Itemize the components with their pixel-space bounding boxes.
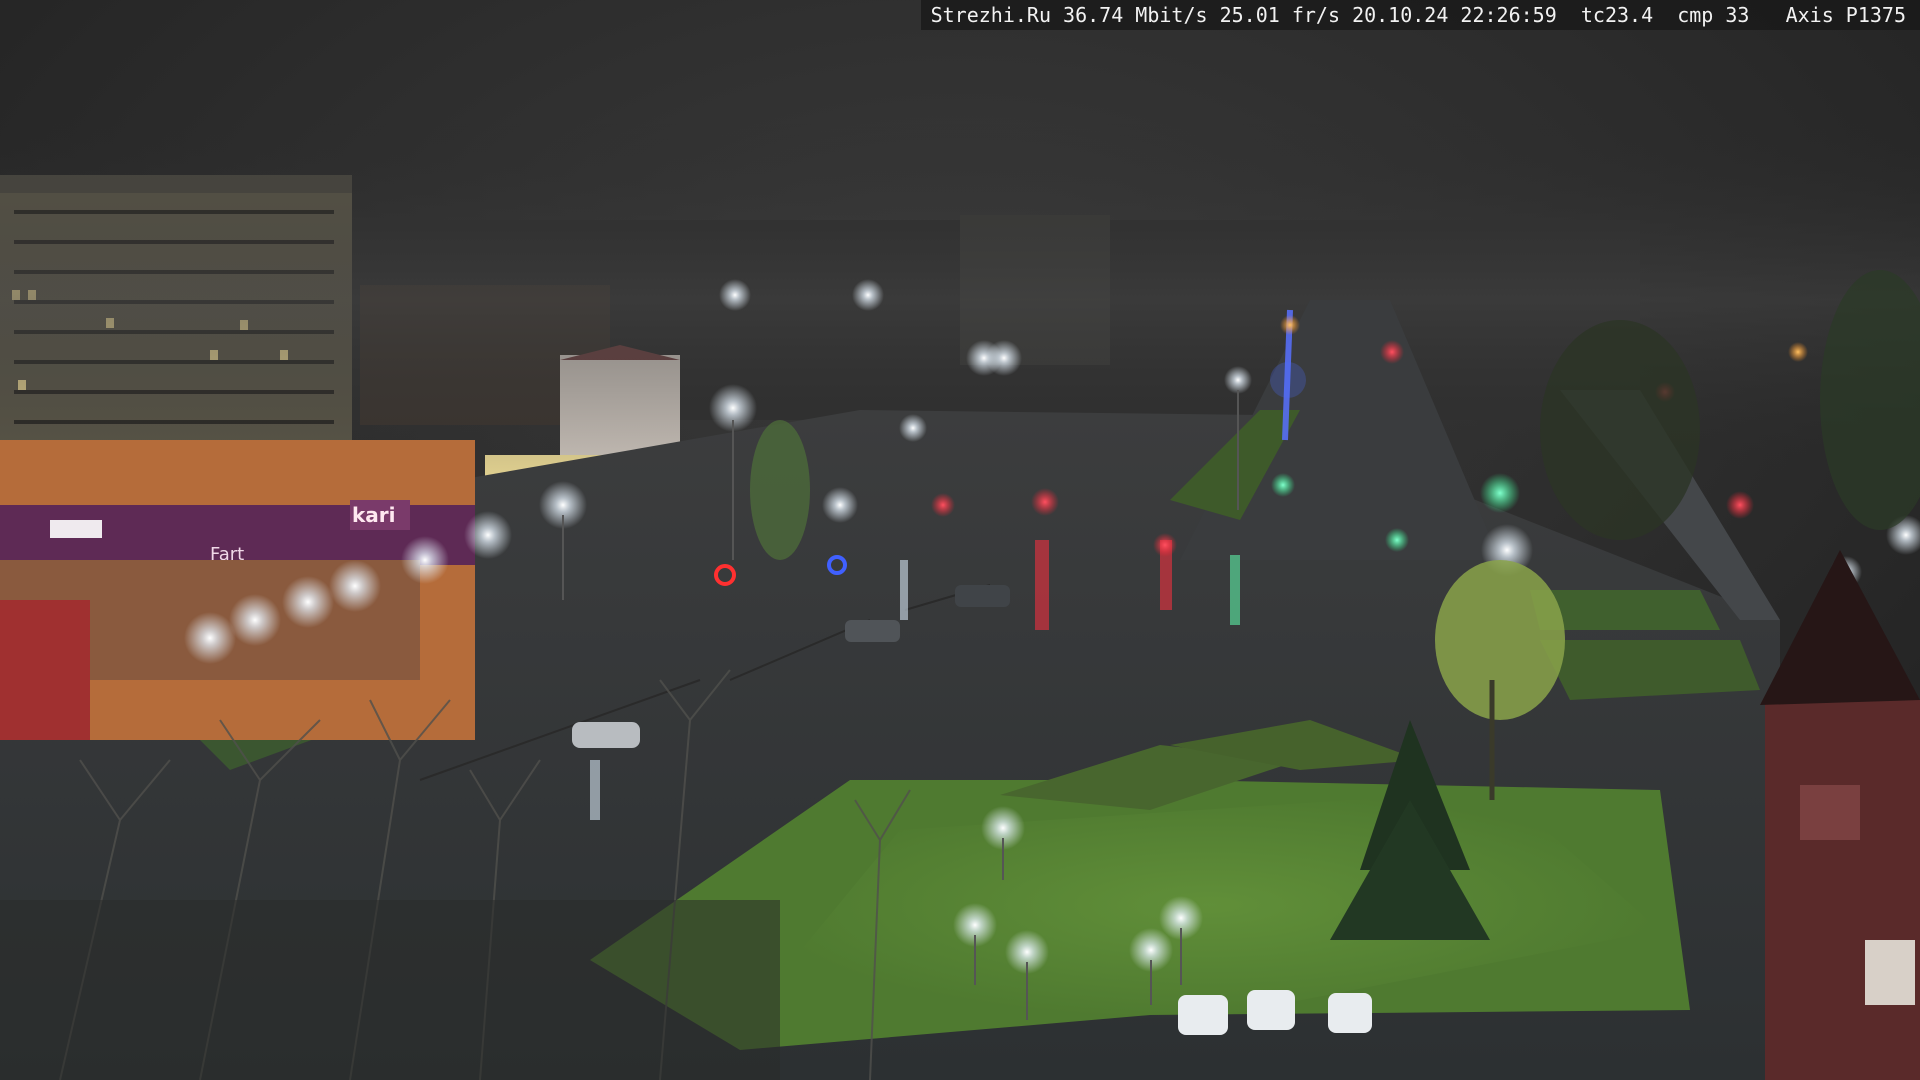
overlay-bitrate: 36.74 Mbit/s bbox=[1063, 3, 1208, 27]
overlay-camera: Axis P1375 bbox=[1785, 3, 1906, 27]
shopping-center: kari Fart bbox=[0, 440, 475, 740]
grass-right bbox=[1540, 640, 1760, 700]
overlay-site: Strezhi.Ru bbox=[930, 3, 1051, 27]
overlay-datetime: 20.10.24 22:26:59 bbox=[1352, 3, 1557, 27]
overlay-cmp: cmp 33 bbox=[1677, 3, 1750, 27]
overlay-framerate: 25.01 fr/s bbox=[1219, 3, 1341, 27]
camera-frame: kari Fart Strezhi.Ru 36.74 Mbit/s 25.01 … bbox=[0, 0, 1920, 1080]
overlay-tc: tc23.4 bbox=[1580, 3, 1654, 27]
shop-sign-kari: kari bbox=[352, 503, 396, 527]
camera-overlay: Strezhi.Ru 36.74 Mbit/s 25.01 fr/s 20.10… bbox=[920, 0, 1920, 30]
foreground-treeline bbox=[0, 900, 780, 1080]
webcam-scene: kari Fart bbox=[0, 0, 1920, 1080]
